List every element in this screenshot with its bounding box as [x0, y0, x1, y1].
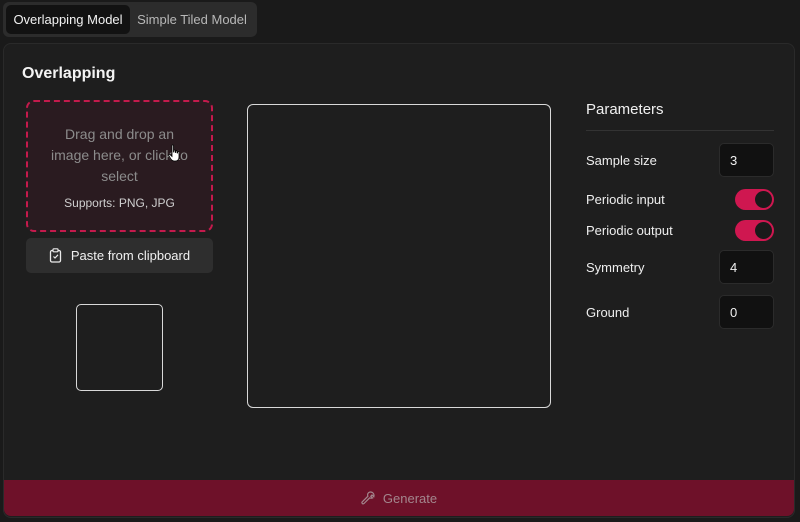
clipboard-icon [49, 248, 62, 263]
ground-input[interactable] [719, 295, 774, 329]
tab-overlapping-model[interactable]: Overlapping Model [6, 5, 130, 34]
periodic-output-label: Periodic output [586, 223, 673, 238]
sample-size-label: Sample size [586, 152, 657, 168]
paste-button-label: Paste from clipboard [70, 248, 191, 263]
generate-button[interactable]: Generate [4, 480, 794, 516]
dropzone-supported-formats: Supports: PNG, JPG [64, 196, 175, 210]
tab-simple-tiled-model[interactable]: Simple Tiled Model [130, 5, 254, 34]
periodic-output-toggle[interactable] [735, 220, 774, 241]
image-dropzone[interactable]: Drag and drop an image here, or click to… [26, 100, 213, 232]
parameters-title: Parameters [586, 101, 774, 131]
periodic-output-row: Periodic output [586, 220, 774, 241]
hand-pointer-icon [168, 144, 180, 162]
sample-size-row: Sample size [586, 143, 774, 177]
input-image-preview [76, 304, 163, 391]
symmetry-input[interactable] [719, 250, 774, 284]
sample-size-input[interactable] [719, 143, 774, 177]
wrench-icon [361, 491, 375, 505]
overlapping-panel: Overlapping Drag and drop an image here,… [3, 43, 795, 518]
periodic-input-label: Periodic input [586, 192, 665, 207]
parameters-section: Parameters Sample size Periodic input Pe… [586, 101, 774, 329]
output-canvas [247, 104, 551, 408]
periodic-input-toggle[interactable] [735, 189, 774, 210]
ground-row: Ground [586, 295, 774, 329]
ground-label: Ground [586, 304, 630, 320]
panel-title: Overlapping [22, 65, 116, 82]
paste-from-clipboard-button[interactable]: Paste from clipboard [26, 238, 213, 273]
model-tabs: Overlapping Model Simple Tiled Model [3, 2, 257, 37]
periodic-input-row: Periodic input [586, 189, 774, 210]
symmetry-row: Symmetry [586, 250, 774, 284]
generate-button-label: Generate [382, 490, 438, 506]
symmetry-label: Symmetry [586, 259, 645, 275]
